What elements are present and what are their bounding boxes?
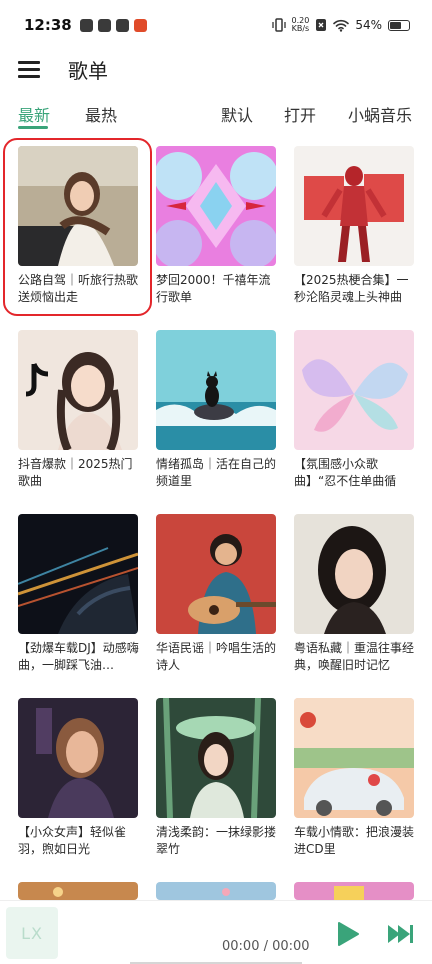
playlist-cover xyxy=(18,146,138,266)
tab-newest[interactable]: 最新 xyxy=(18,102,50,126)
playlist-card[interactable]: 【2025热梗合集】一秒沦陷灵魂上头神曲 xyxy=(294,146,416,306)
wifi-icon xyxy=(333,19,350,32)
battery-percent: 54% xyxy=(355,18,382,32)
player-time: 00:00 / 00:00 xyxy=(222,939,310,954)
playlist-title: 【小众女声】轻似雀羽，煦如日光 xyxy=(18,825,127,856)
playlist-cover xyxy=(156,698,276,818)
playlist-cover xyxy=(18,698,138,818)
playlist-card[interactable]: 清浅柔韵：一抹绿影搂翠竹 xyxy=(156,698,278,858)
playlist-cover xyxy=(18,330,138,450)
menu-icon[interactable] xyxy=(18,61,40,78)
status-bar: 12:38 0.20 KB/s 54% xyxy=(0,0,432,50)
player-cover-logo[interactable]: LX xyxy=(6,907,58,959)
playlist-card[interactable]: 情绪孤岛｜活在自己的频道里 xyxy=(156,330,278,490)
playlist-cover xyxy=(294,514,414,634)
playlist-cover xyxy=(156,330,276,450)
playlist-card[interactable] xyxy=(18,882,140,900)
playlist-card[interactable]: 粤语私藏｜重温往事经典，唤醒旧时记忆 xyxy=(294,514,416,674)
red-app-notification-icon xyxy=(133,18,147,32)
vibrate-icon xyxy=(271,18,286,32)
playlist-title: 【2025热梗合集】一秒沦陷灵魂上头神曲 xyxy=(294,273,409,304)
status-right: 0.20 KB/s 54% xyxy=(271,17,410,33)
next-track-icon[interactable] xyxy=(386,923,414,945)
playlist-card[interactable] xyxy=(294,882,416,900)
tab-open[interactable]: 打开 xyxy=(284,102,316,126)
status-time: 12:38 xyxy=(24,16,72,34)
tab-default[interactable]: 默认 xyxy=(221,102,253,126)
playlist-title: 车载小情歌：把浪漫装进CD里 xyxy=(294,825,415,856)
app-notification-icon xyxy=(79,18,93,32)
sort-tabs: 最新 最热 默认 打开 小蜗音乐 xyxy=(0,96,432,132)
active-tab-indicator xyxy=(18,126,48,129)
app-header: 歌单 xyxy=(0,46,432,92)
playlist-title: 【氛围感小众歌曲】“忍不住单曲循环！” xyxy=(294,457,397,488)
playlist-cover xyxy=(156,146,276,266)
message-notification-icon xyxy=(97,18,111,32)
battery-icon xyxy=(388,19,410,31)
page-title: 歌单 xyxy=(68,58,108,83)
playlist-title: 抖音爆款｜2025热门歌曲 xyxy=(18,457,133,488)
no-sim-icon xyxy=(316,19,327,31)
playlist-card[interactable]: 华语民谣｜吟唱生活的诗人 xyxy=(156,514,278,674)
playlist-card[interactable]: 梦回2000！千禧年流行歌单 xyxy=(156,146,278,306)
net-speed: 0.20 KB/s xyxy=(292,17,310,33)
playlist-card[interactable]: 抖音爆款｜2025热门歌曲 xyxy=(18,330,140,490)
notification-icons xyxy=(79,18,147,32)
cat-app-notification-icon xyxy=(115,18,129,32)
playlist-cover xyxy=(294,330,414,450)
playlist-card[interactable]: 【氛围感小众歌曲】“忍不住单曲循环！” xyxy=(294,330,416,490)
play-icon[interactable] xyxy=(336,921,360,947)
tab-source-xiaowo[interactable]: 小蜗音乐 xyxy=(348,102,412,126)
playlist-title: 【劲爆车载DJ】动感嗨曲，一脚踩飞油… xyxy=(18,641,139,672)
net-speed-unit: KB/s xyxy=(291,24,310,33)
playlist-title: 清浅柔韵：一抹绿影搂翠竹 xyxy=(156,825,277,856)
playlist-title: 梦回2000！千禧年流行歌单 xyxy=(156,273,271,304)
playlist-title: 华语民谣｜吟唱生活的诗人 xyxy=(156,641,277,672)
playlist-cover xyxy=(18,514,138,634)
playlist-cover xyxy=(294,698,414,818)
tab-hottest[interactable]: 最热 xyxy=(85,102,117,126)
playlist-cover xyxy=(294,882,414,900)
playlist-title: 粤语私藏｜重温往事经典，唤醒旧时记忆 xyxy=(294,641,415,672)
playlist-card[interactable]: 公路自驾｜听旅行热歌送烦恼出走 xyxy=(18,146,140,306)
playlist-card[interactable]: 车载小情歌：把浪漫装进CD里 xyxy=(294,698,416,858)
playlist-cover xyxy=(156,514,276,634)
playlist-cover xyxy=(156,882,276,900)
playlist-card[interactable]: 【小众女声】轻似雀羽，煦如日光 xyxy=(18,698,140,858)
playlist-title: 情绪孤岛｜活在自己的频道里 xyxy=(156,457,277,488)
playlist-title: 公路自驾｜听旅行热歌送烦恼出走 xyxy=(18,273,139,304)
playlist-cover xyxy=(18,882,138,900)
playlist-card[interactable] xyxy=(156,882,278,900)
playlist-card[interactable]: 【劲爆车载DJ】动感嗨曲，一脚踩飞油… xyxy=(18,514,140,674)
playlist-cover xyxy=(294,146,414,266)
player-bar: LX 00:00 / 00:00 xyxy=(0,900,432,964)
